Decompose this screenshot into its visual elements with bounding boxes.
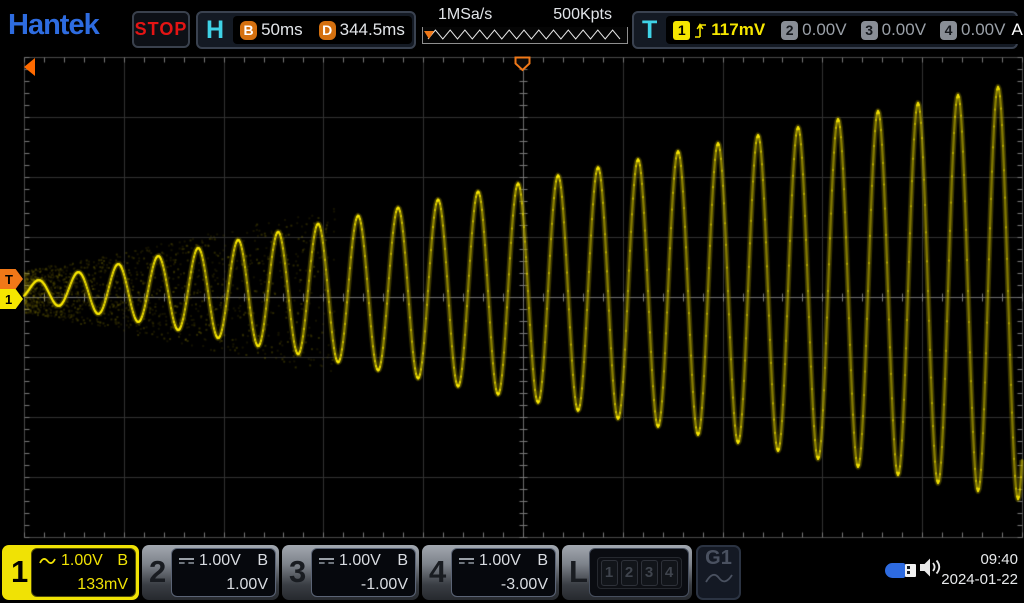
trigger-ch4-level: 0.00V [961,20,1005,40]
channel3-offset: -1.00V [319,576,408,594]
channel2-offset: 1.00V [179,576,268,594]
channel1-offset: 133mV [39,576,128,594]
status-date: 2024-01-22 [941,570,1018,590]
dc-coupling-icon [179,558,194,564]
logic-ch4: 4 [661,560,678,586]
channel1-number: 1 [11,554,28,590]
speaker-icon [918,556,944,578]
channel2-bandwidth: B [257,552,268,570]
status-time: 09:40 [941,550,1018,570]
logic-ch1: 1 [601,560,618,586]
trigger-panel[interactable]: T 1 117mV 2 0.00V 3 0.00V 4 0.00V A [632,11,1018,49]
scope-display-canvas[interactable] [0,0,1024,603]
delay-value: 344.5ms [340,20,405,40]
trigger-ch3-level: 0.00V [882,20,926,40]
channel4-number: 4 [429,554,446,590]
clock-block: 09:40 2024-01-22 [941,550,1018,590]
memory-trigger-marker-icon [424,31,434,39]
generator-panel[interactable]: G1 [696,545,741,600]
channel2-scale: 1.00V [199,552,241,570]
usb-drive-icon [885,562,919,579]
horizontal-values: B 50ms D 344.5ms [233,16,412,44]
logic-ch2: 2 [621,560,638,586]
rising-edge-icon [694,22,707,39]
channel3-panel[interactable]: 3 1.00V B -1.00V [282,545,419,600]
timebase-badge: B [240,21,257,40]
channel4-panel[interactable]: 4 1.00V B -3.00V [422,545,559,600]
trigger-label: T [639,16,660,45]
trigger-level-value: 117mV [711,20,765,40]
channel4-scale: 1.00V [479,552,521,570]
channel2-panel[interactable]: 2 1.00V B 1.00V [142,545,279,600]
channel4-offset: -3.00V [459,576,548,594]
trigger-ch2-level: 0.00V [802,20,846,40]
channel1-scale: 1.00V [61,552,103,570]
sine-wave-icon [704,569,734,587]
memory-position-bar[interactable] [422,27,628,44]
trigger-ch2-badge: 2 [781,21,798,40]
record-length: 500Kpts [553,6,612,24]
channel3-bandwidth: B [397,552,408,570]
generator-label: G1 [698,548,739,569]
channel3-scale: 1.00V [339,552,381,570]
channel1-panel[interactable]: 1 1.00V B 133mV [2,545,139,600]
horizontal-panel[interactable]: H B 50ms D 344.5ms [196,11,416,49]
trigger-values: 1 117mV 2 0.00V 3 0.00V 4 0.00V A [666,16,1024,44]
trigger-position-marker-icon[interactable] [514,56,531,72]
horizontal-label: H [203,16,227,45]
channel4-bandwidth: B [537,552,548,570]
run-stop-button[interactable]: STOP [132,11,190,48]
logic-channel-group: 1 2 3 4 [597,557,682,589]
trigger-source-badge: 1 [673,21,690,40]
trigger-ch3-badge: 3 [861,21,878,40]
sample-rate: 1MSa/s [438,6,492,24]
timebase-value: 50ms [261,20,303,40]
pretrigger-left-arrow-icon[interactable] [24,58,35,76]
trigger-ch4-badge: 4 [940,21,957,40]
logic-ch3: 3 [641,560,658,586]
dc-coupling-icon [319,558,334,564]
channel2-number: 2 [149,554,166,590]
dc-coupling-icon [459,558,474,564]
trigger-mode: A [1011,20,1024,40]
ac-coupling-icon [39,556,56,567]
acquisition-block: 1MSa/s 500Kpts [422,6,628,44]
logic-analyzer-panel[interactable]: L 1 2 3 4 [562,545,692,600]
channel1-bandwidth: B [117,552,128,570]
memory-waveform-icon [428,30,620,39]
channel3-number: 3 [289,554,306,590]
hantek-logo: Hantek [8,9,99,42]
delay-badge: D [319,21,336,40]
logic-label: L [569,554,588,590]
